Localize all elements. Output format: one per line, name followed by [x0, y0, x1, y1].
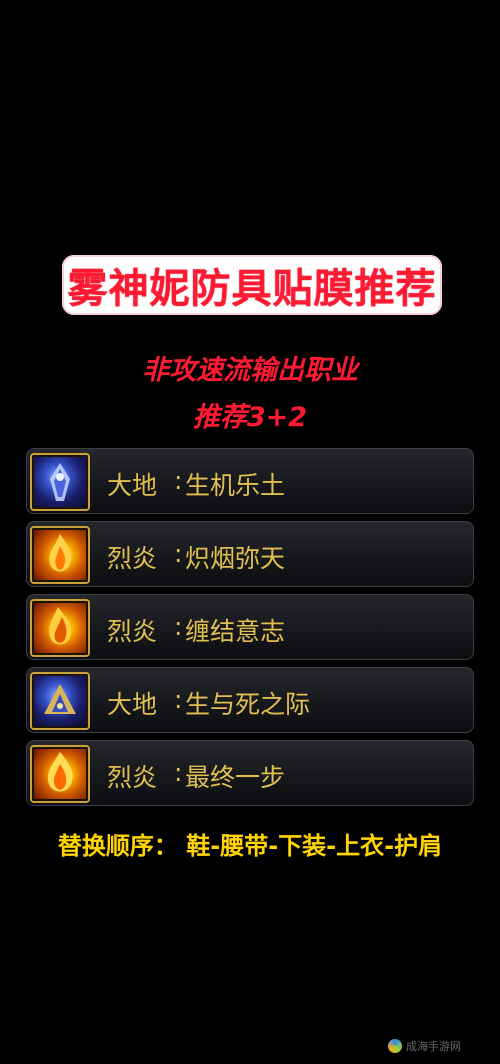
gear-element-label: 大地 [107, 471, 158, 500]
watermark-logo-icon [388, 1039, 402, 1053]
gear-name-label: 炽烟弥天 [185, 544, 286, 573]
gear-separator: : [174, 758, 183, 787]
gear-separator: : [174, 539, 183, 568]
gear-name-label: 生机乐土 [185, 471, 286, 500]
gear-row-flame-1: 烈炎 : 炽烟弥天 [26, 521, 474, 587]
replace-order-text: 替换顺序： 鞋-腰带-下装-上衣-护肩 [57, 832, 443, 860]
gear-separator: : [174, 612, 183, 641]
flame-emblem-icon [32, 601, 88, 655]
title-banner: 雾神妮防具贴膜推荐 [62, 255, 442, 315]
subtitle-recommendation: 推荐3+2 [192, 402, 308, 433]
watermark-text: 成海手游网 [406, 1040, 461, 1053]
gear-row-earth-1: 大地 : 生机乐土 [26, 448, 474, 514]
gear-row-flame-3: 烈炎 : 最终一步 [26, 740, 474, 806]
gear-name-label: 最终一步 [185, 763, 286, 792]
gear-element-label: 烈炎 [107, 763, 158, 792]
page-title: 雾神妮防具贴膜推荐 [67, 266, 437, 312]
gear-name-label: 生与死之际 [185, 690, 311, 719]
subtitle-class-type: 非攻速流输出职业 [142, 355, 358, 386]
gear-row-earth-2: 大地 : 生与死之际 [26, 667, 474, 733]
gear-name-label: 缠结意志 [185, 617, 286, 646]
watermark: 成海手游网 [388, 1038, 461, 1054]
gear-row-flame-2: 烈炎 : 缠结意志 [26, 594, 474, 660]
gear-separator: : [174, 685, 183, 714]
gear-separator: : [174, 466, 183, 495]
flame-emblem-icon [32, 528, 88, 582]
gear-element-label: 大地 [107, 690, 158, 719]
earth-emblem-icon [32, 674, 88, 728]
gear-element-label: 烈炎 [107, 617, 158, 646]
earth-emblem-icon [32, 455, 88, 509]
gear-element-label: 烈炎 [107, 544, 158, 573]
flame-emblem-icon [32, 747, 88, 801]
